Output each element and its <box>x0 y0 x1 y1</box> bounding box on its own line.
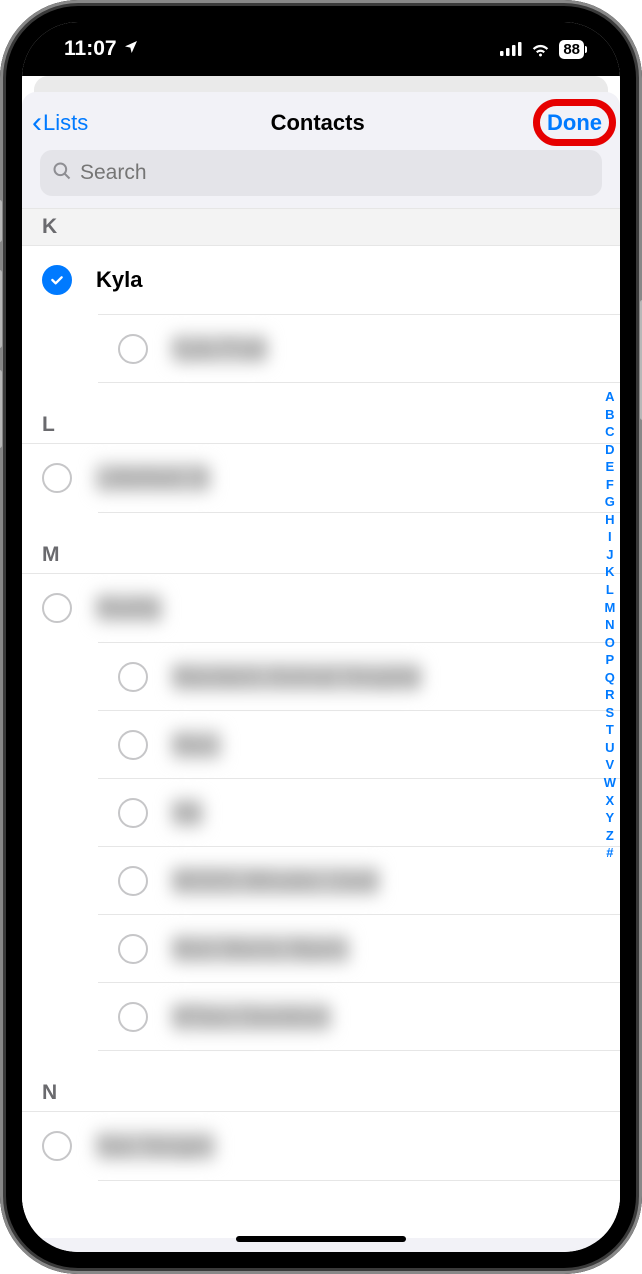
content-area: K Kyla Kyla Pratt L Littlefield St M Maddy Mand… <box>22 208 620 1238</box>
home-indicator[interactable] <box>236 1236 406 1242</box>
checkbox-empty-icon[interactable] <box>42 593 72 623</box>
chevron-left-icon: ‹ <box>32 108 42 138</box>
done-button[interactable]: Done <box>547 110 602 136</box>
index-letter[interactable]: F <box>606 476 614 494</box>
notch <box>201 22 441 58</box>
back-button[interactable]: ‹ Lists <box>32 108 88 138</box>
checkbox-empty-icon[interactable] <box>118 730 148 760</box>
index-letter[interactable]: H <box>605 511 614 529</box>
cellular-icon <box>500 42 522 56</box>
index-letter[interactable]: B <box>605 406 614 424</box>
page-title: Contacts <box>271 110 365 136</box>
contact-row[interactable]: MODS Minutes Used <box>98 846 620 914</box>
index-letter[interactable]: Y <box>606 809 615 827</box>
checkbox-empty-icon[interactable] <box>118 798 148 828</box>
index-letter[interactable]: J <box>606 546 613 564</box>
index-letter[interactable]: U <box>605 739 614 757</box>
search-input[interactable] <box>80 161 590 185</box>
index-letter[interactable]: A <box>605 388 614 406</box>
search-field[interactable] <box>40 150 602 196</box>
contact-row[interactable]: Marc <box>98 710 620 778</box>
volume-up-button <box>0 270 2 348</box>
contact-name: Maddy <box>96 593 162 623</box>
checkbox-empty-icon[interactable] <box>118 334 148 364</box>
checkmark-filled-icon[interactable] <box>42 265 72 295</box>
checkbox-empty-icon[interactable] <box>118 934 148 964</box>
index-letter[interactable]: T <box>606 721 614 739</box>
checkbox-empty-icon[interactable] <box>118 866 148 896</box>
contact-row[interactable]: Kyla Pratt <box>98 314 620 382</box>
section-header: K <box>22 208 620 246</box>
contact-name: Marc <box>172 730 221 760</box>
index-letter[interactable]: O <box>605 634 615 652</box>
index-letter[interactable]: C <box>605 423 614 441</box>
location-icon <box>123 37 139 61</box>
index-letter[interactable]: Q <box>605 669 615 687</box>
contact-row[interactable]: Mort Morris Myers <box>98 914 620 982</box>
index-letter[interactable]: W <box>604 774 616 792</box>
index-letter[interactable]: # <box>606 844 613 862</box>
battery-level: 88 <box>563 41 580 58</box>
phone-frame: 11:07 <box>0 0 642 1274</box>
wifi-icon <box>530 42 551 57</box>
checkbox-empty-icon[interactable] <box>118 662 148 692</box>
index-rail[interactable]: ABCDEFGHIJKLMNOPQRSTUVWXYZ# <box>604 388 616 862</box>
contact-row[interactable]: MTara Davidson <box>98 982 620 1050</box>
screen: 11:07 <box>22 22 620 1252</box>
nav-bar: ‹ Lists Contacts Done <box>22 92 620 150</box>
checkbox-empty-icon[interactable] <box>118 1002 148 1032</box>
contact-row[interactable]: Nan Norgen <box>22 1112 620 1180</box>
contact-row[interactable]: Littlefield St <box>22 444 620 512</box>
contact-name: Kyla Pratt <box>172 334 267 364</box>
index-letter[interactable]: M <box>604 599 615 617</box>
section-header: M <box>22 513 620 573</box>
contact-name: Kyla <box>96 267 142 293</box>
section-header: L <box>22 383 620 443</box>
index-letter[interactable]: X <box>606 792 615 810</box>
index-letter[interactable]: Z <box>606 827 614 845</box>
back-label: Lists <box>43 110 88 136</box>
index-letter[interactable]: L <box>606 581 614 599</box>
volume-down-button <box>0 370 2 448</box>
done-label: Done <box>547 110 602 135</box>
index-letter[interactable]: I <box>608 528 612 546</box>
search-wrap <box>22 150 620 208</box>
index-letter[interactable]: G <box>605 493 615 511</box>
contact-row[interactable]: Kyla <box>22 246 620 314</box>
status-time: 11:07 <box>64 37 117 61</box>
mute-switch <box>0 200 2 242</box>
index-letter[interactable]: K <box>605 563 614 581</box>
index-letter[interactable]: S <box>606 704 615 722</box>
contact-name: Nan Norgen <box>96 1131 215 1161</box>
modal-sheet: ‹ Lists Contacts Done <box>22 92 620 1252</box>
index-letter[interactable]: D <box>605 441 614 459</box>
contact-name: Mort Morris Myers <box>172 934 349 964</box>
checkbox-empty-icon[interactable] <box>42 1131 72 1161</box>
checkbox-empty-icon[interactable] <box>42 463 72 493</box>
battery-indicator: 88 <box>559 40 584 59</box>
index-letter[interactable]: N <box>605 616 614 634</box>
contact-name: Littlefield St <box>96 463 210 493</box>
contact-row[interactable]: Mandarin Animal Hospital <box>98 642 620 710</box>
contact-row[interactable]: Me <box>98 778 620 846</box>
index-letter[interactable]: E <box>606 458 615 476</box>
contact-name: Me <box>172 798 203 828</box>
search-icon <box>52 161 72 186</box>
contact-name: MTara Davidson <box>172 1002 331 1032</box>
index-letter[interactable]: R <box>605 686 614 704</box>
index-letter[interactable]: V <box>606 756 615 774</box>
index-letter[interactable]: P <box>606 651 615 669</box>
contact-row[interactable]: Maddy <box>22 574 620 642</box>
contact-name: MODS Minutes Used <box>172 866 379 896</box>
contact-name: Mandarin Animal Hospital <box>172 662 421 692</box>
section-header: N <box>22 1051 620 1111</box>
